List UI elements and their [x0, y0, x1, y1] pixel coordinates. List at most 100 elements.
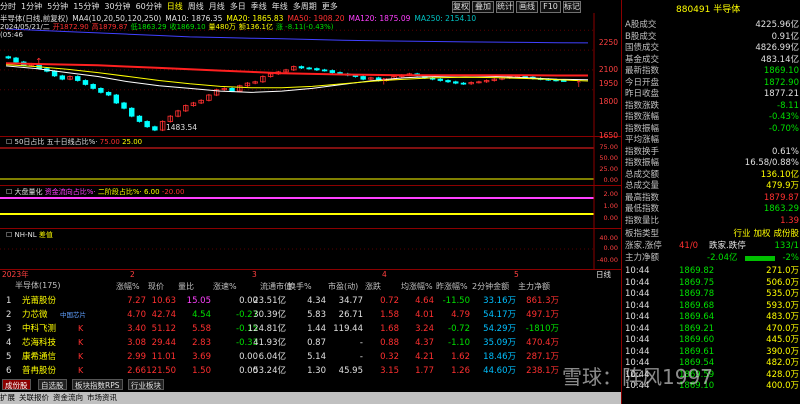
column-header[interactable]: 涨速% — [213, 281, 237, 292]
stat-label: 指数振幅 — [625, 123, 660, 134]
period-tab[interactable]: 年线 — [272, 0, 288, 13]
period-tab[interactable]: 多日 — [230, 0, 246, 13]
panel4-tick: 40.00 — [599, 234, 618, 242]
table-row[interactable]: 1 光莆股份 7.27 10.63 15.05 0.00 23.51亿 4.34 34.77 0.… — [0, 294, 621, 308]
cell-5: 5.14 — [307, 352, 326, 362]
status-item[interactable]: 扩展 — [0, 393, 15, 402]
column-header[interactable]: 换手% — [288, 281, 312, 292]
panel-nhnl-chart — [0, 229, 595, 269]
cell-9: 1.26 — [451, 366, 470, 376]
column-header[interactable]: 现价 — [148, 281, 164, 292]
stock-name[interactable]: 力芯微 — [22, 308, 48, 322]
cell-10: 18.46万 — [483, 352, 516, 362]
type-c[interactable]: 成份股 — [773, 229, 799, 239]
column-header[interactable]: 市盈(动) — [328, 281, 358, 292]
column-header[interactable]: 均涨幅% — [401, 281, 433, 292]
tick-volume: 470.0万 — [766, 323, 799, 334]
status-item[interactable]: 市场资讯 — [87, 393, 117, 402]
toolbar-button[interactable]: F10 — [540, 1, 561, 13]
table-row[interactable]: 2 力芯微 中国芯片 4.70 42.74 4.54 -0.27 30.39亿 5.83 26.7… — [0, 308, 621, 322]
tick-price: 1869.75 — [679, 277, 715, 288]
tick-time: 10:44 — [625, 289, 650, 299]
index-title: 880491 半导体 — [676, 5, 741, 15]
cell-7: 3.15 — [380, 366, 399, 376]
period-tab[interactable]: 周线 — [188, 0, 204, 13]
cell-11: -1810万 — [525, 324, 559, 334]
stock-name[interactable]: 光莆股份 — [22, 294, 56, 308]
stat-label: 今日开盘 — [625, 77, 660, 88]
bottom-tab[interactable]: 自选股 — [38, 379, 67, 390]
stock-name[interactable]: 康希通信 — [22, 350, 56, 364]
period-tab[interactable]: 月线 — [209, 0, 225, 13]
period-tab[interactable]: 5分钟 — [47, 0, 68, 13]
stock-name[interactable]: 中科飞测 — [22, 322, 56, 336]
cell-6: 34.77 — [338, 296, 363, 306]
toolbar-button[interactable]: 叠加 — [472, 1, 494, 13]
cell-8: 4.21 — [415, 352, 434, 362]
cell-4: 53.24亿 — [253, 366, 286, 376]
stat-label: 总成交额 — [625, 169, 660, 180]
status-item[interactable]: 关联报价 — [19, 393, 49, 402]
quant-line-a — [0, 197, 594, 199]
ohlc-label: 涨 -8.11(-0.43%) — [275, 23, 334, 31]
cell-0: 2.66 — [127, 366, 146, 376]
stat-label: 最新指数 — [625, 66, 660, 76]
index-stat-row: 基金成交 483.14亿 — [625, 55, 799, 67]
column-header[interactable]: 涨跌 — [365, 281, 381, 292]
stat-label: 平均涨幅 — [625, 135, 660, 145]
status-item[interactable]: 资金流向 — [53, 393, 83, 402]
cell-2: 3.69 — [192, 352, 211, 362]
toolbar-button[interactable]: 复权 — [452, 1, 470, 13]
stock-name[interactable]: 普冉股份 — [22, 364, 56, 378]
period-tab[interactable]: 30分钟 — [104, 0, 130, 13]
table-row[interactable]: 3 中科飞测 K 3.40 51.12 5.58 -0.15 124.81亿 1.44 119.4… — [0, 322, 621, 336]
index-stat-row: B股成交 0.91亿 — [625, 32, 799, 44]
period-tab[interactable]: 1分钟 — [21, 0, 42, 13]
cell-2: 15.05 — [186, 296, 211, 306]
signal-arrow: ↑ — [35, 58, 43, 68]
period-tab[interactable]: 季线 — [251, 0, 267, 13]
cell-7: 1.68 — [380, 324, 399, 334]
period-tab[interactable]: 60分钟 — [136, 0, 162, 13]
candle-body — [144, 121, 150, 128]
cell-5: 1.30 — [307, 366, 326, 376]
column-header[interactable]: 主力净额 — [518, 281, 550, 292]
column-header[interactable]: 涨幅% — [116, 281, 140, 292]
toolbar-button[interactable]: 画线 — [516, 1, 538, 13]
time-label: 2023年 — [2, 270, 29, 279]
table-row[interactable]: 4 芯海科技 K 3.08 29.44 2.83 -0.33 41.93亿 0.87-0.88 4… — [0, 336, 621, 350]
bottom-tab[interactable]: 成份股 — [2, 379, 31, 390]
column-header[interactable]: 昨涨幅% — [436, 281, 468, 292]
mainflow-pct: -2% — [782, 253, 799, 263]
cell-4: 23.51亿 — [253, 296, 286, 306]
candle-body — [437, 78, 444, 81]
bottom-tab[interactable]: 板块指数RPS — [72, 379, 123, 390]
table-row[interactable]: 5 康希通信 K 2.99 11.01 3.69 0.00 6.04亿 5.14 - 0.32 4.2… — [0, 350, 621, 364]
period-tab[interactable]: 15分钟 — [73, 0, 99, 13]
column-header[interactable]: 2分钟金额 — [472, 281, 509, 292]
period-tab[interactable]: 日线 — [167, 0, 183, 13]
period-tab[interactable]: 多周期 — [293, 0, 317, 13]
toolbar-button[interactable]: 标记 — [563, 1, 581, 13]
row-number: 4 — [6, 338, 12, 348]
ohlc-label: 低1863.29 — [130, 23, 167, 31]
toolbar-button[interactable]: 统计 — [496, 1, 514, 13]
stat-label: B股成交 — [625, 31, 657, 42]
cell-0: 4.70 — [127, 310, 146, 320]
type-values[interactable]: 行业 加权 成份股 — [730, 229, 799, 241]
type-a[interactable]: 行业 — [733, 229, 750, 239]
mainflow-label: 主力净额 — [625, 253, 660, 263]
index-stat-row: 今日开盘 1872.90 — [625, 78, 799, 90]
cell-0: 2.99 — [127, 352, 146, 362]
column-header[interactable]: 量比 — [178, 281, 194, 292]
type-b[interactable]: 加权 — [753, 229, 770, 239]
period-tab[interactable]: 更多 — [322, 0, 338, 13]
period-tab[interactable]: 分时 — [0, 0, 16, 13]
stock-name[interactable]: 芯海科技 — [22, 336, 56, 350]
table-row[interactable]: 6 普冉股份 K 2.66 121.50 1.50 0.00 53.24亿 1.30 45.95 3… — [0, 364, 621, 378]
cell-2: 4.54 — [192, 310, 211, 320]
stat-value: -8.11 — [777, 100, 799, 111]
panel3-tick: 1.00 — [603, 202, 618, 210]
tick-volume: 445.0万 — [766, 335, 799, 345]
bottom-tab[interactable]: 行业板块 — [128, 379, 164, 390]
